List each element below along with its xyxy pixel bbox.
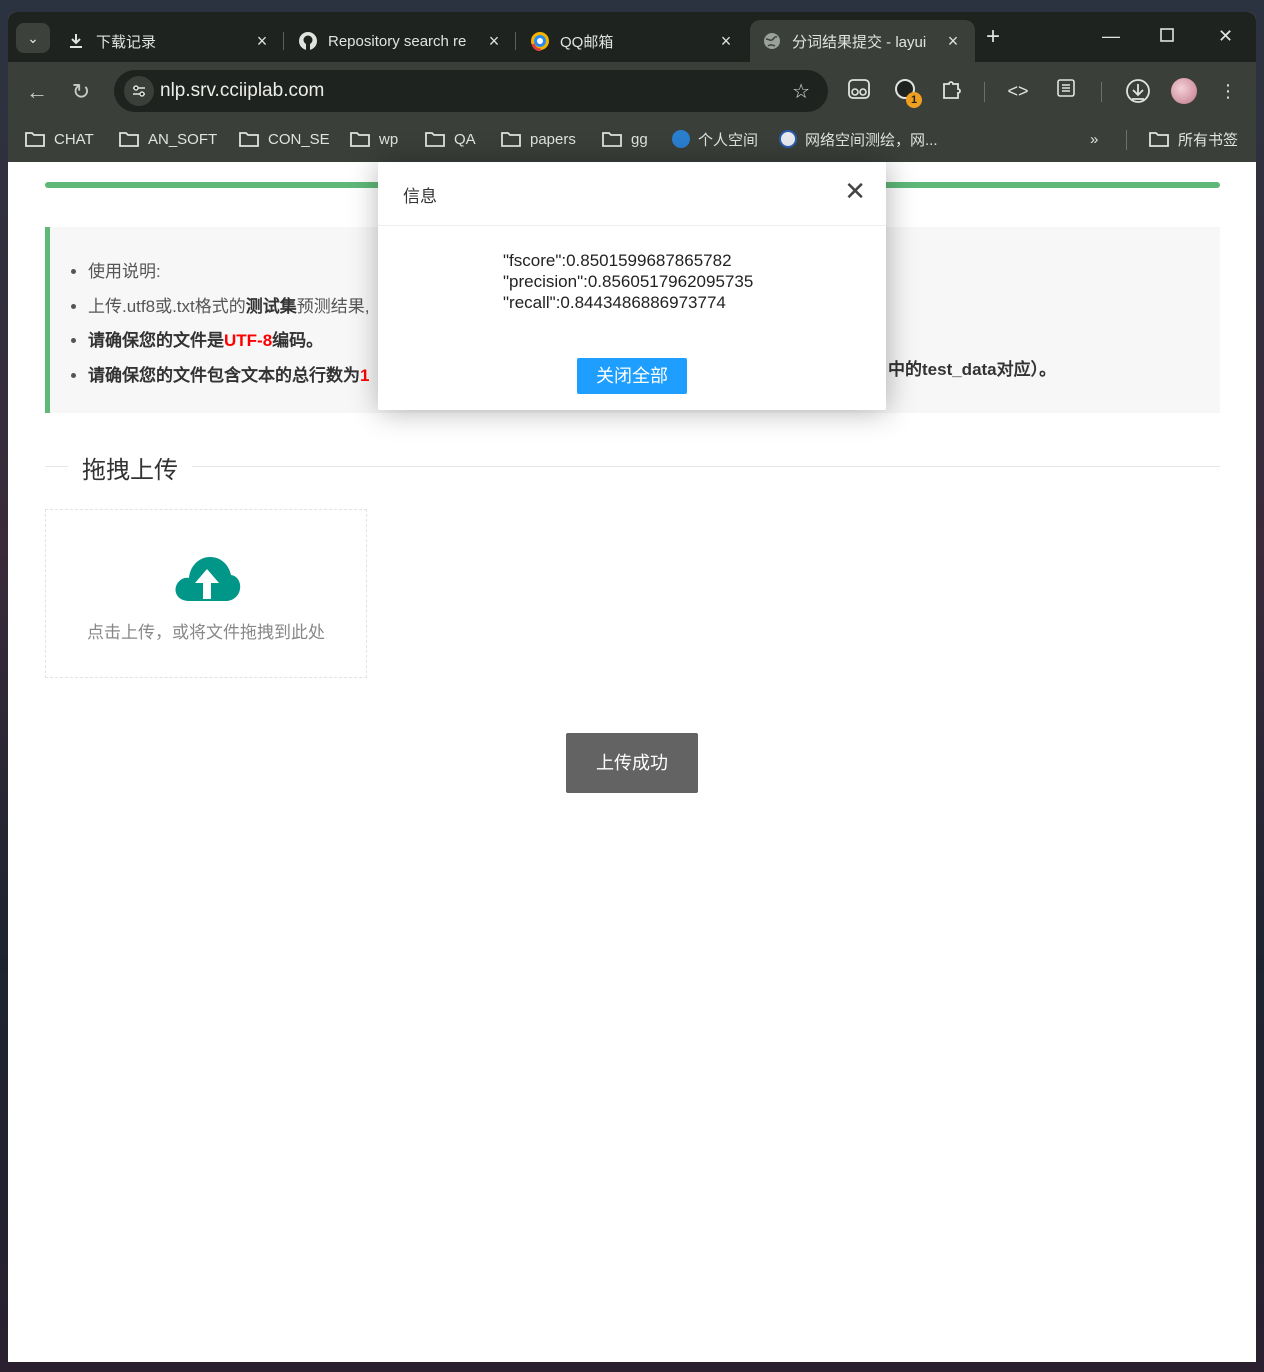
menu-kebab-icon[interactable]: ⋮ xyxy=(1215,78,1241,104)
close-tab-icon[interactable]: × xyxy=(484,31,504,52)
bookmark-folder-gg[interactable]: gg xyxy=(601,128,648,150)
close-icon[interactable]: ✕ xyxy=(844,178,866,204)
tab-title: 下载记录 xyxy=(96,33,157,51)
bookmark-label: 个人空间 xyxy=(698,131,759,149)
upload-success-button[interactable]: 上传成功 xyxy=(566,733,698,793)
drag-upload-area[interactable]: 点击上传，或将文件拖拽到此处 xyxy=(45,509,367,678)
bookmarks-divider xyxy=(1126,130,1127,150)
downloads-icon[interactable] xyxy=(1125,78,1151,104)
tab-github[interactable]: Repository search re × xyxy=(286,20,516,62)
bookmark-label: gg xyxy=(631,130,648,148)
drag-upload-title: 拖拽上传 xyxy=(68,450,192,485)
qq-mail-icon xyxy=(530,31,550,51)
toolbar-divider xyxy=(1101,82,1102,102)
bookmark-folder-wp[interactable]: wp xyxy=(349,128,398,150)
github-icon xyxy=(298,31,318,51)
download-icon xyxy=(66,31,86,51)
bookmark-folder-an-soft[interactable]: AN_SOFT xyxy=(118,128,217,150)
folder-icon xyxy=(1149,132,1169,147)
dialog-header: 信息 ✕ xyxy=(378,162,886,226)
close-window-icon[interactable]: ✕ xyxy=(1218,26,1233,47)
fofa-icon xyxy=(779,130,797,148)
close-tab-icon[interactable]: × xyxy=(716,31,736,52)
bookmark-label: 网络空间测绘，网... xyxy=(805,131,938,149)
close-tab-icon[interactable]: × xyxy=(943,31,963,52)
bookmark-star-icon[interactable]: ☆ xyxy=(792,79,810,104)
new-tab-icon[interactable]: + xyxy=(986,25,1000,49)
bookmark-folder-chat[interactable]: CHAT xyxy=(24,128,94,150)
address-bar[interactable]: nlp.srv.cciiplab.com ☆ xyxy=(114,70,828,112)
all-bookmarks-folder[interactable]: 所有书签 xyxy=(1148,128,1238,150)
bookmark-network-mapping[interactable]: 网络空间测绘，网... xyxy=(779,128,938,150)
tab-strip: ⌄ 下载记录 × Repository search re × QQ邮箱 × 分… xyxy=(8,12,1256,62)
browser-window: ⌄ 下载记录 × Repository search re × QQ邮箱 × 分… xyxy=(8,12,1256,1362)
dialog-content: "fscore":0.8501599687865782 "precision":… xyxy=(503,250,753,313)
browser-toolbar: ← ↻ nlp.srv.cciiplab.com ☆ 1 <> ⋮ CHAT A… xyxy=(8,62,1256,162)
folder-icon xyxy=(350,132,370,147)
minimize-icon[interactable]: — xyxy=(1102,26,1120,47)
bookmark-label: 所有书签 xyxy=(1178,131,1239,149)
tab-search-button[interactable]: ⌄ xyxy=(16,23,50,53)
bookmark-label: wp xyxy=(379,130,399,148)
bookmark-label: papers xyxy=(530,130,576,148)
folder-icon xyxy=(239,132,259,147)
cloud-icon xyxy=(672,130,690,148)
back-icon[interactable]: ← xyxy=(22,77,52,107)
puzzle-icon[interactable] xyxy=(938,78,964,104)
tab-downloads[interactable]: 下载记录 × xyxy=(54,20,284,62)
folder-icon xyxy=(25,132,45,147)
close-all-button[interactable]: 关闭全部 xyxy=(577,358,687,394)
close-tab-icon[interactable]: × xyxy=(252,31,272,52)
fieldset-divider xyxy=(45,466,1220,467)
notice-item: 请确保您的文件是UTF-8编码。 xyxy=(88,324,369,359)
bookmark-folder-con-se[interactable]: CON_SE xyxy=(238,128,330,150)
notice-item: 请确保您的文件包含文本的总行数为1 xyxy=(88,359,369,394)
precision-line: "precision":0.8560517962095735 xyxy=(503,272,754,291)
fscore-line: "fscore":0.8501599687865782 xyxy=(503,251,732,270)
bookmark-folder-qa[interactable]: QA xyxy=(424,128,476,150)
code-icon[interactable]: <> xyxy=(1005,78,1031,104)
bookmark-folder-papers[interactable]: papers xyxy=(500,128,576,150)
notice-item: 上传.utf8或.txt格式的测试集预测结果, xyxy=(88,290,369,325)
bookmark-label: CHAT xyxy=(54,130,94,148)
bookmarks-overflow-icon[interactable]: » xyxy=(1090,128,1098,150)
bookmark-label: CON_SE xyxy=(268,130,330,148)
notice-tail-text: 中的test_data对应）。 xyxy=(888,360,1057,379)
globe-icon xyxy=(762,31,782,51)
drag-upload-hint: 点击上传，或将文件拖拽到此处 xyxy=(87,623,325,642)
info-dialog: 信息 ✕ "fscore":0.8501599687865782 "precis… xyxy=(378,162,886,410)
tab-title: Repository search re xyxy=(328,32,467,50)
folder-icon xyxy=(119,132,139,147)
reading-list-icon[interactable] xyxy=(1053,78,1079,104)
bookmark-personal-space[interactable]: 个人空间 xyxy=(672,128,758,150)
url-text: nlp.srv.cciiplab.com xyxy=(160,80,325,101)
reload-icon[interactable]: ↻ xyxy=(66,77,96,107)
site-settings-icon[interactable] xyxy=(124,76,154,106)
dialog-title: 信息 xyxy=(403,187,437,206)
bookmark-label: QA xyxy=(454,130,476,148)
folder-icon xyxy=(602,132,622,147)
toolbar-divider xyxy=(984,82,985,102)
folder-icon xyxy=(501,132,521,147)
tab-active-layui[interactable]: 分词结果提交 - layui × xyxy=(750,20,975,62)
notice-item: 使用说明: xyxy=(88,255,369,290)
maximize-icon[interactable] xyxy=(1160,26,1174,47)
profile-avatar[interactable] xyxy=(1171,78,1197,104)
tab-title: QQ邮箱 xyxy=(560,33,614,51)
reader-extension-icon[interactable] xyxy=(846,78,872,104)
cloud-upload-icon xyxy=(175,557,241,601)
recall-line: "recall":0.8443486886973774 xyxy=(503,293,726,312)
tab-title: 分词结果提交 - layui xyxy=(792,33,927,51)
bookmark-label: AN_SOFT xyxy=(148,130,218,148)
tab-qq-mail[interactable]: QQ邮箱 × xyxy=(518,20,748,62)
extension-badge: 1 xyxy=(906,92,922,108)
folder-icon xyxy=(425,132,445,147)
chevron-down-icon: ⌄ xyxy=(27,30,39,46)
notice-list: 使用说明: 上传.utf8或.txt格式的测试集预测结果, 请确保您的文件是UT… xyxy=(88,255,369,393)
